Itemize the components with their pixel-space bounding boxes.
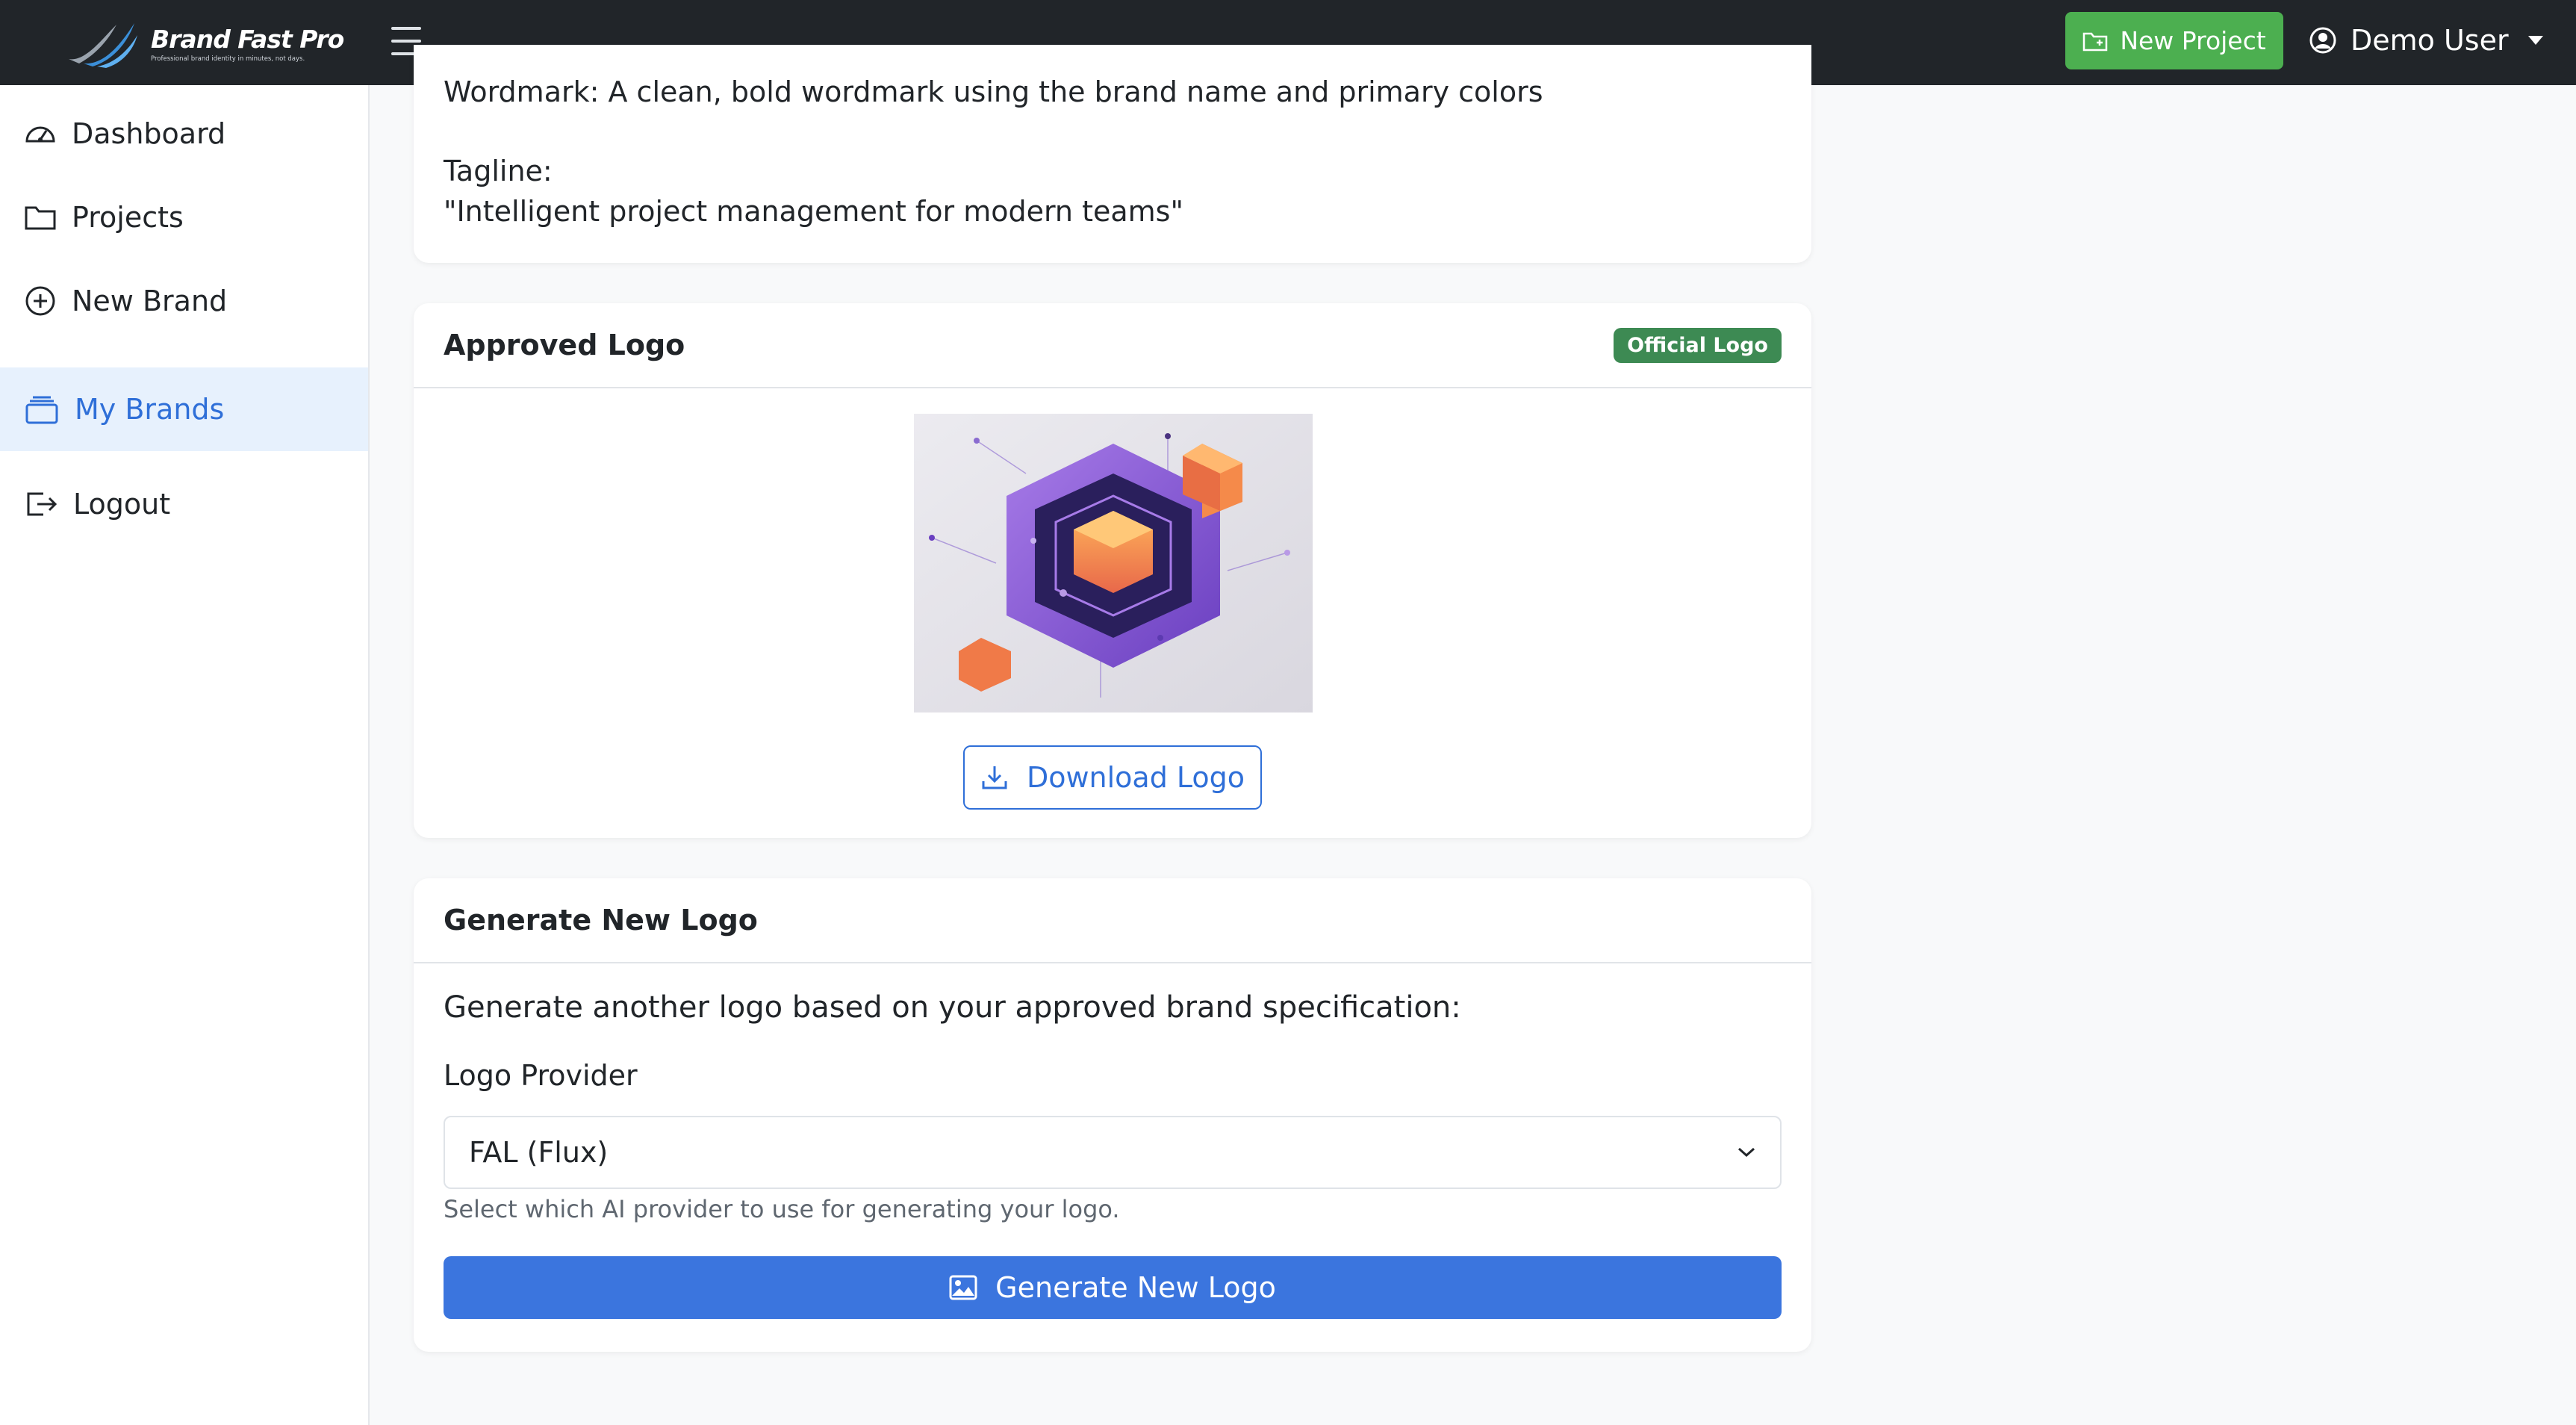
card-title: Approved Logo	[444, 329, 685, 361]
sidebar-item-new-brand[interactable]: New Brand	[0, 260, 368, 342]
brand-logo[interactable]: Brand Fast Pro Professional brand identi…	[63, 13, 344, 73]
brand-name: Brand Fast Pro	[151, 24, 344, 54]
sidebar-item-logout[interactable]: Logout	[0, 463, 368, 545]
sidebar: Dashboard Projects New Brand My Brands L…	[0, 85, 370, 1425]
new-project-button[interactable]: New Project	[2065, 12, 2283, 69]
sidebar-item-label: Logout	[73, 488, 171, 521]
download-logo-button[interactable]: Download Logo	[963, 745, 1262, 810]
approved-logo-card: Approved Logo Official Logo Download Log…	[414, 303, 1811, 838]
sidebar-item-label: New Brand	[72, 285, 228, 317]
sidebar-item-dashboard[interactable]: Dashboard	[0, 93, 368, 175]
chevron-down-icon	[1737, 1147, 1755, 1158]
user-name: Demo User	[2351, 24, 2509, 57]
tagline-value: "Intelligent project management for mode…	[444, 195, 1183, 228]
brand-swoosh-icon	[69, 23, 137, 68]
logo-provider-selected: FAL (Flux)	[469, 1136, 609, 1169]
user-menu-dropdown[interactable]: Demo User	[2309, 18, 2543, 63]
sidebar-item-projects[interactable]: Projects	[0, 176, 368, 258]
brand-tagline: Professional brand identity in minutes, …	[151, 55, 305, 63]
speedometer-icon	[25, 126, 55, 143]
new-project-label: New Project	[2120, 26, 2266, 55]
logo-provider-label: Logo Provider	[444, 1059, 638, 1092]
sidebar-item-label: Dashboard	[72, 117, 226, 150]
brand-spec-card: Wordmark: A clean, bold wordmark using t…	[414, 45, 1811, 263]
official-logo-badge: Official Logo	[1614, 327, 1782, 363]
wordmark-description: Wordmark: A clean, bold wordmark using t…	[444, 75, 1543, 108]
generate-logo-card: Generate New Logo Generate another logo …	[414, 878, 1811, 1352]
logo-provider-help: Select which AI provider to use for gene…	[444, 1195, 1120, 1223]
sidebar-item-my-brands[interactable]: My Brands	[0, 367, 368, 451]
download-logo-label: Download Logo	[1026, 761, 1245, 794]
generate-intro-text: Generate another logo based on your appr…	[444, 990, 1461, 1025]
chevron-down-icon	[2527, 36, 2543, 45]
plus-circle-icon	[25, 286, 55, 316]
generate-logo-header: Generate New Logo	[414, 878, 1811, 963]
approved-logo-header: Approved Logo Official Logo	[414, 303, 1811, 388]
generate-new-logo-button[interactable]: Generate New Logo	[444, 1256, 1782, 1319]
download-icon	[982, 766, 1007, 789]
sidebar-item-label: My Brands	[75, 393, 225, 426]
image-icon	[949, 1275, 977, 1300]
generate-new-logo-label: Generate New Logo	[995, 1271, 1276, 1304]
approved-logo-image	[914, 414, 1313, 712]
logout-icon	[27, 492, 57, 516]
user-circle-icon	[2309, 27, 2336, 54]
logo-provider-select[interactable]: FAL (Flux)	[444, 1116, 1782, 1189]
folder-icon	[25, 206, 56, 230]
card-title: Generate New Logo	[444, 904, 758, 937]
tagline-label: Tagline:	[444, 155, 553, 187]
sidebar-item-label: Projects	[72, 201, 184, 234]
collection-icon	[25, 396, 58, 424]
folder-plus-icon	[2083, 32, 2108, 51]
